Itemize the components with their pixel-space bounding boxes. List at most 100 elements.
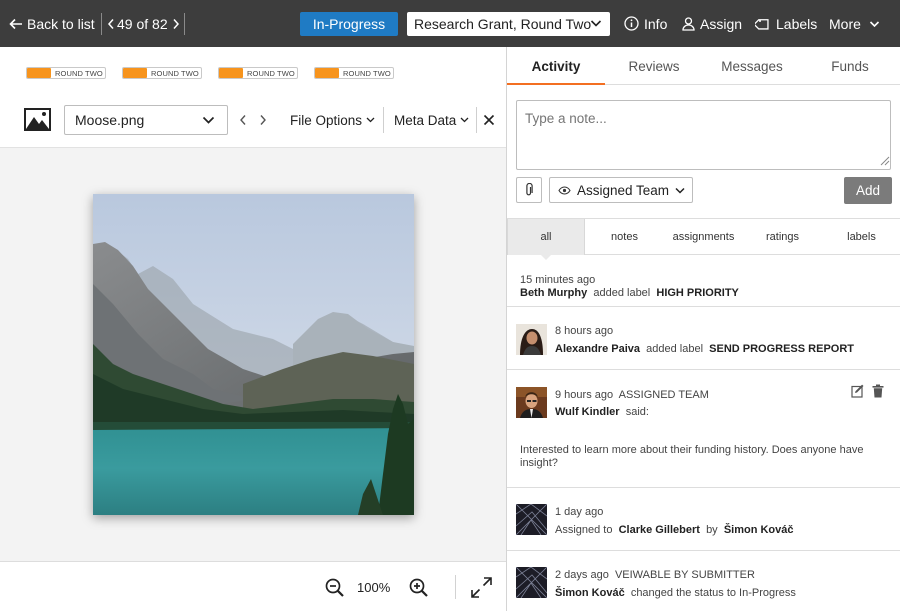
activity-text: Assigned to Clarke Gillebert by Šimon Ko… xyxy=(555,524,794,536)
divider xyxy=(476,107,477,133)
expand-icon[interactable] xyxy=(470,576,493,599)
zoom-out-icon[interactable] xyxy=(325,578,345,598)
record-position: 49 of 82 xyxy=(117,15,168,32)
activity-item: 8 hours ago Alexandre Paiva added label … xyxy=(507,307,900,370)
attach-button[interactable] xyxy=(516,177,542,203)
activity-time-value: 2 days ago xyxy=(555,569,609,581)
chevron-down-icon xyxy=(202,116,215,124)
tab-funds[interactable]: Funds xyxy=(801,47,899,85)
prev-file-button[interactable] xyxy=(239,97,247,143)
activity-user[interactable]: Wulf Kindler xyxy=(555,406,620,418)
tab-messages[interactable]: Messages xyxy=(703,47,801,85)
activity-action: said: xyxy=(625,406,649,418)
round-select[interactable]: Research Grant, Round Two xyxy=(407,12,610,36)
file-options-label: File Options xyxy=(290,112,363,128)
zoom-toolbar: 100% xyxy=(0,561,506,611)
labels-button[interactable]: Labels xyxy=(755,0,817,47)
activity-action: added label xyxy=(646,343,704,355)
filter-ratings[interactable]: ratings xyxy=(743,219,822,255)
activity-time: 9 hours ago ASSIGNED TEAM xyxy=(555,389,709,401)
chevron-down-icon xyxy=(869,20,879,27)
visibility-select[interactable]: Assigned Team xyxy=(549,177,693,203)
activity-action: added label xyxy=(593,287,651,299)
activity-item: 9 hours ago ASSIGNED TEAM Wulf Kindler s… xyxy=(507,370,900,488)
chevron-down-icon xyxy=(460,117,469,123)
meta-data-menu[interactable]: Meta Data xyxy=(394,97,469,143)
avatar xyxy=(516,324,547,355)
activity-user[interactable]: Šimon Kováč xyxy=(555,587,625,599)
activity-user[interactable]: Alexandre Paiva xyxy=(555,343,640,355)
filter-all[interactable]: all xyxy=(507,219,585,255)
tag-icon xyxy=(755,18,769,30)
tag-label: ROUND TWO xyxy=(343,68,391,78)
activity-action: changed the status to In-Progress xyxy=(630,587,796,599)
divider xyxy=(455,575,456,599)
activity-by: by xyxy=(706,524,718,536)
activity-item: 15 minutes ago Beth Murphy added label H… xyxy=(507,255,900,307)
close-icon xyxy=(483,114,495,126)
chevron-left-icon xyxy=(107,18,114,29)
more-button[interactable]: More xyxy=(829,0,880,47)
activity-user[interactable]: Beth Murphy xyxy=(520,287,587,299)
back-to-list-label: Back to list xyxy=(27,15,95,32)
round-two-tag[interactable]: ROUND TWO xyxy=(314,67,394,79)
tab-bar: Activity Reviews Messages Funds xyxy=(507,47,900,85)
chevron-down-icon xyxy=(675,187,685,194)
close-file-button[interactable] xyxy=(483,97,495,143)
more-label: More xyxy=(829,15,861,32)
eye-icon xyxy=(558,185,571,195)
document-pane: ROUND TWO ROUND TWO ROUND TWO ROUND TWO … xyxy=(0,47,506,611)
file-options-menu[interactable]: File Options xyxy=(290,97,375,143)
info-button[interactable]: Info xyxy=(624,0,667,47)
activity-filters: all notes assignments ratings labels xyxy=(507,218,900,260)
resize-handle-icon[interactable] xyxy=(879,155,890,166)
preview-image xyxy=(93,194,414,515)
zoom-level: 100% xyxy=(357,579,391,595)
divider xyxy=(101,13,102,35)
activity-actor[interactable]: Šimon Kováč xyxy=(724,524,794,536)
activity-time: 8 hours ago xyxy=(555,325,614,337)
visibility-select-label: Assigned Team xyxy=(577,182,670,198)
activity-item: 2 days ago VEIWABLE BY SUBMITTER Šimon K… xyxy=(507,551,900,611)
round-two-tag[interactable]: ROUND TWO xyxy=(218,67,298,79)
trash-icon[interactable] xyxy=(872,384,884,398)
round-two-tag[interactable]: ROUND TWO xyxy=(26,67,106,79)
filter-labels[interactable]: labels xyxy=(822,219,900,255)
file-select-value: Moose.png xyxy=(75,112,145,128)
filter-notes[interactable]: notes xyxy=(585,219,664,255)
chevron-right-icon xyxy=(173,18,180,29)
next-record-button[interactable] xyxy=(172,0,180,47)
edit-icon[interactable] xyxy=(851,384,865,398)
avatar xyxy=(516,387,547,418)
activity-time: 2 days ago VEIWABLE BY SUBMITTER xyxy=(555,569,755,581)
back-to-list-button[interactable]: Back to list xyxy=(9,0,95,47)
activity-prefix: Assigned to xyxy=(555,524,613,536)
tab-reviews[interactable]: Reviews xyxy=(605,47,703,85)
add-note-button[interactable]: Add xyxy=(844,177,892,204)
activity-user[interactable]: Clarke Gillebert xyxy=(619,524,700,536)
tag-label: ROUND TWO xyxy=(55,68,103,78)
assign-label: Assign xyxy=(700,15,743,32)
active-tab-indicator xyxy=(507,83,605,85)
filter-assignments[interactable]: assignments xyxy=(664,219,743,255)
prev-record-button[interactable] xyxy=(107,0,115,47)
assign-button[interactable]: Assign xyxy=(682,0,742,47)
image-viewer xyxy=(0,147,506,561)
round-two-tag[interactable]: ROUND TWO xyxy=(122,67,202,79)
activity-visibility: ASSIGNED TEAM xyxy=(618,389,709,401)
activity-text: Šimon Kováč changed the status to In-Pro… xyxy=(555,587,796,599)
tab-activity[interactable]: Activity xyxy=(507,47,605,85)
activity-text: Wulf Kindler said: xyxy=(555,406,649,418)
avatar xyxy=(516,504,547,535)
zoom-in-icon[interactable] xyxy=(409,578,429,598)
file-select[interactable]: Moose.png xyxy=(64,105,228,135)
next-file-button[interactable] xyxy=(259,97,267,143)
activity-text: Alexandre Paiva added label SEND PROGRES… xyxy=(555,343,854,355)
tag-swatch xyxy=(219,68,243,78)
round-select-value: Research Grant, Round Two xyxy=(414,16,592,32)
mountain-lake-illustration xyxy=(93,194,414,515)
paperclip-icon xyxy=(526,183,533,196)
note-input[interactable] xyxy=(516,100,891,170)
status-button[interactable]: In-Progress xyxy=(300,12,398,36)
labels-label: Labels xyxy=(776,15,818,32)
